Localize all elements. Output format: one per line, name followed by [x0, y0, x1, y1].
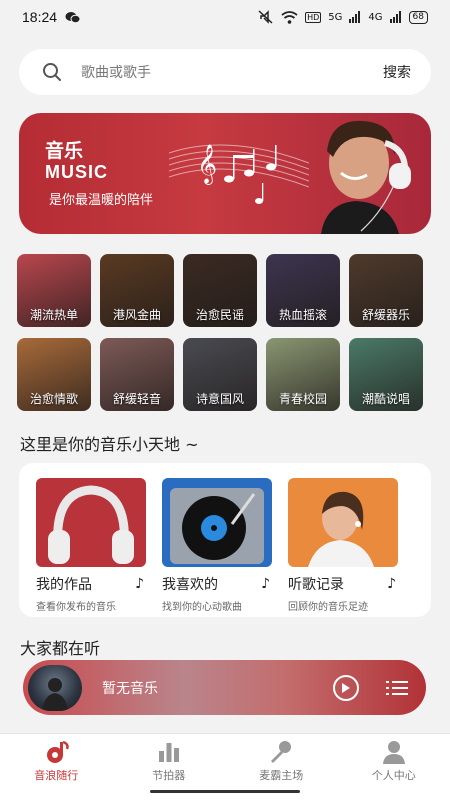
home-indicator [150, 790, 300, 793]
mini-player[interactable]: 暂无音乐 [23, 660, 426, 715]
category-label: 青春校园 [278, 392, 327, 406]
banner-tagline: 是你最温暖的陪伴 [49, 193, 154, 208]
banner-title-en: MUSIC [45, 162, 108, 182]
play-icon [342, 682, 350, 693]
song-title: 暂无音乐 [102, 680, 158, 697]
status-bar: 18:24 HD 5G 4G 68 [0, 0, 450, 34]
promo-banner[interactable]: 𝄞 音乐 MUSIC 是你最温暖的陪伴 [19, 113, 431, 234]
category-tile[interactable]: 舒缓器乐 [349, 254, 423, 327]
headphones-image [36, 478, 146, 567]
card-title: 我喜欢的 [162, 577, 218, 593]
banner-title-cn: 音乐 [45, 140, 84, 162]
svg-text:𝄞: 𝄞 [197, 144, 217, 185]
woman-with-earbuds-image [288, 478, 398, 567]
category-label: 热血摇滚 [278, 308, 327, 322]
mute-icon [258, 10, 273, 24]
card-title: 听歌记录 [288, 577, 344, 593]
tab-profile[interactable]: 个人中心 [338, 734, 450, 800]
card-description: 查看你发布的音乐 [36, 602, 116, 613]
category-tile[interactable]: 舒缓轻音 [100, 338, 174, 411]
section-title-my-space: 这里是你的音乐小天地 ~ [20, 435, 199, 454]
singer-with-headphones-image [321, 120, 411, 234]
category-tile[interactable]: 热血摇滚 [266, 254, 340, 327]
category-label: 舒缓轻音 [112, 392, 161, 406]
category-grid: 潮流热单 港风金曲 治愈民谣 热血摇滚 舒缓器乐 治愈情歌 舒缓轻音 诗意国风 … [17, 254, 433, 411]
album-cover [28, 664, 82, 711]
person-icon [382, 741, 405, 764]
category-label: 潮酷说唱 [361, 392, 410, 406]
category-label: 舒缓器乐 [361, 308, 410, 322]
category-label: 治愈民谣 [195, 308, 244, 322]
category-label: 治愈情歌 [29, 392, 78, 406]
signal-icon-2 [389, 11, 401, 23]
tab-home[interactable]: 音浪随行 [0, 734, 113, 800]
card-description: 回顾你的音乐足迹 [288, 602, 368, 613]
category-label: 诗意国风 [195, 392, 244, 406]
tab-label: 麦霸主场 [259, 769, 304, 782]
search-button[interactable]: 搜索 [383, 62, 411, 82]
search-input[interactable]: 歌曲或歌手 [81, 62, 383, 82]
wechat-icon [65, 11, 81, 23]
status-time: 18:24 [22, 9, 58, 25]
category-tile[interactable]: 诗意国风 [183, 338, 257, 411]
category-tile[interactable]: 潮流热单 [17, 254, 91, 327]
category-tile[interactable]: 港风金曲 [100, 254, 174, 327]
search-bar[interactable]: 歌曲或歌手 搜索 [19, 49, 431, 95]
card-my-favorites[interactable]: 我喜欢的 ♪ 找到你的心动歌曲 [162, 478, 274, 613]
tab-label: 节拍器 [152, 769, 186, 782]
music-note-icon [47, 740, 69, 763]
card-my-works[interactable]: 我的作品 ♪ 查看你发布的音乐 [36, 478, 148, 613]
category-label: 港风金曲 [112, 308, 161, 322]
card-title: 我的作品 [36, 577, 92, 593]
search-icon [43, 63, 61, 81]
card-listening-history[interactable]: 听歌记录 ♪ 回顾你的音乐足迹 [288, 478, 400, 613]
category-label: 潮流热单 [29, 308, 78, 322]
tab-label: 音浪随行 [34, 769, 79, 782]
wifi-icon [281, 10, 298, 24]
category-tile[interactable]: 治愈民谣 [183, 254, 257, 327]
category-tile[interactable]: 潮酷说唱 [349, 338, 423, 411]
music-note-icon: ♪ [387, 576, 396, 592]
network-4g: 4G [368, 11, 383, 23]
battery-icon: 68 [408, 10, 428, 24]
playlist-icon[interactable] [386, 680, 408, 696]
tab-label: 个人中心 [371, 769, 416, 782]
signal-icon [349, 11, 361, 23]
card-description: 找到你的心动歌曲 [162, 602, 242, 613]
microphone-icon [271, 741, 292, 763]
section-title-trending: 大家都在听 [20, 639, 101, 658]
my-music-cards: 我的作品 ♪ 查看你发布的音乐 我喜欢的 ♪ 找到你的心动歌曲 听歌记录 ♪ 回顾你的… [19, 463, 431, 617]
category-tile[interactable]: 青春校园 [266, 338, 340, 411]
bar-chart-icon [158, 743, 179, 762]
music-note-icon: ♪ [135, 576, 144, 592]
hd-badge: HD [305, 11, 322, 23]
category-tile[interactable]: 治愈情歌 [17, 338, 91, 411]
play-button[interactable] [333, 674, 359, 701]
turntable-image [162, 478, 272, 567]
music-note-icon: ♪ [261, 576, 270, 592]
network-5g: 5G [328, 11, 343, 23]
